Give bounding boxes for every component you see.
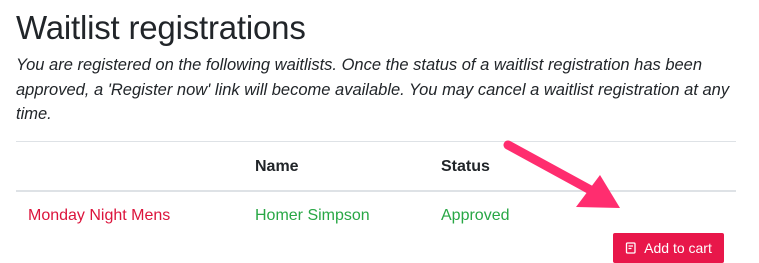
page-title: Waitlist registrations — [16, 9, 306, 46]
table-header-border — [16, 190, 736, 192]
registrant-name: Homer Simpson — [255, 207, 370, 224]
cart-note-icon — [625, 242, 637, 254]
column-header-status: Status — [441, 158, 490, 175]
annotation-arrow — [503, 140, 620, 208]
add-to-cart-label: Add to cart — [644, 240, 712, 256]
intro-text: You are registered on the following wait… — [16, 56, 730, 123]
status-value: Approved — [441, 207, 510, 224]
event-link[interactable]: Monday Night Mens — [28, 206, 170, 226]
column-header-name: Name — [255, 158, 299, 175]
add-to-cart-button[interactable]: Add to cart — [613, 233, 724, 263]
table-top-border — [16, 141, 736, 142]
